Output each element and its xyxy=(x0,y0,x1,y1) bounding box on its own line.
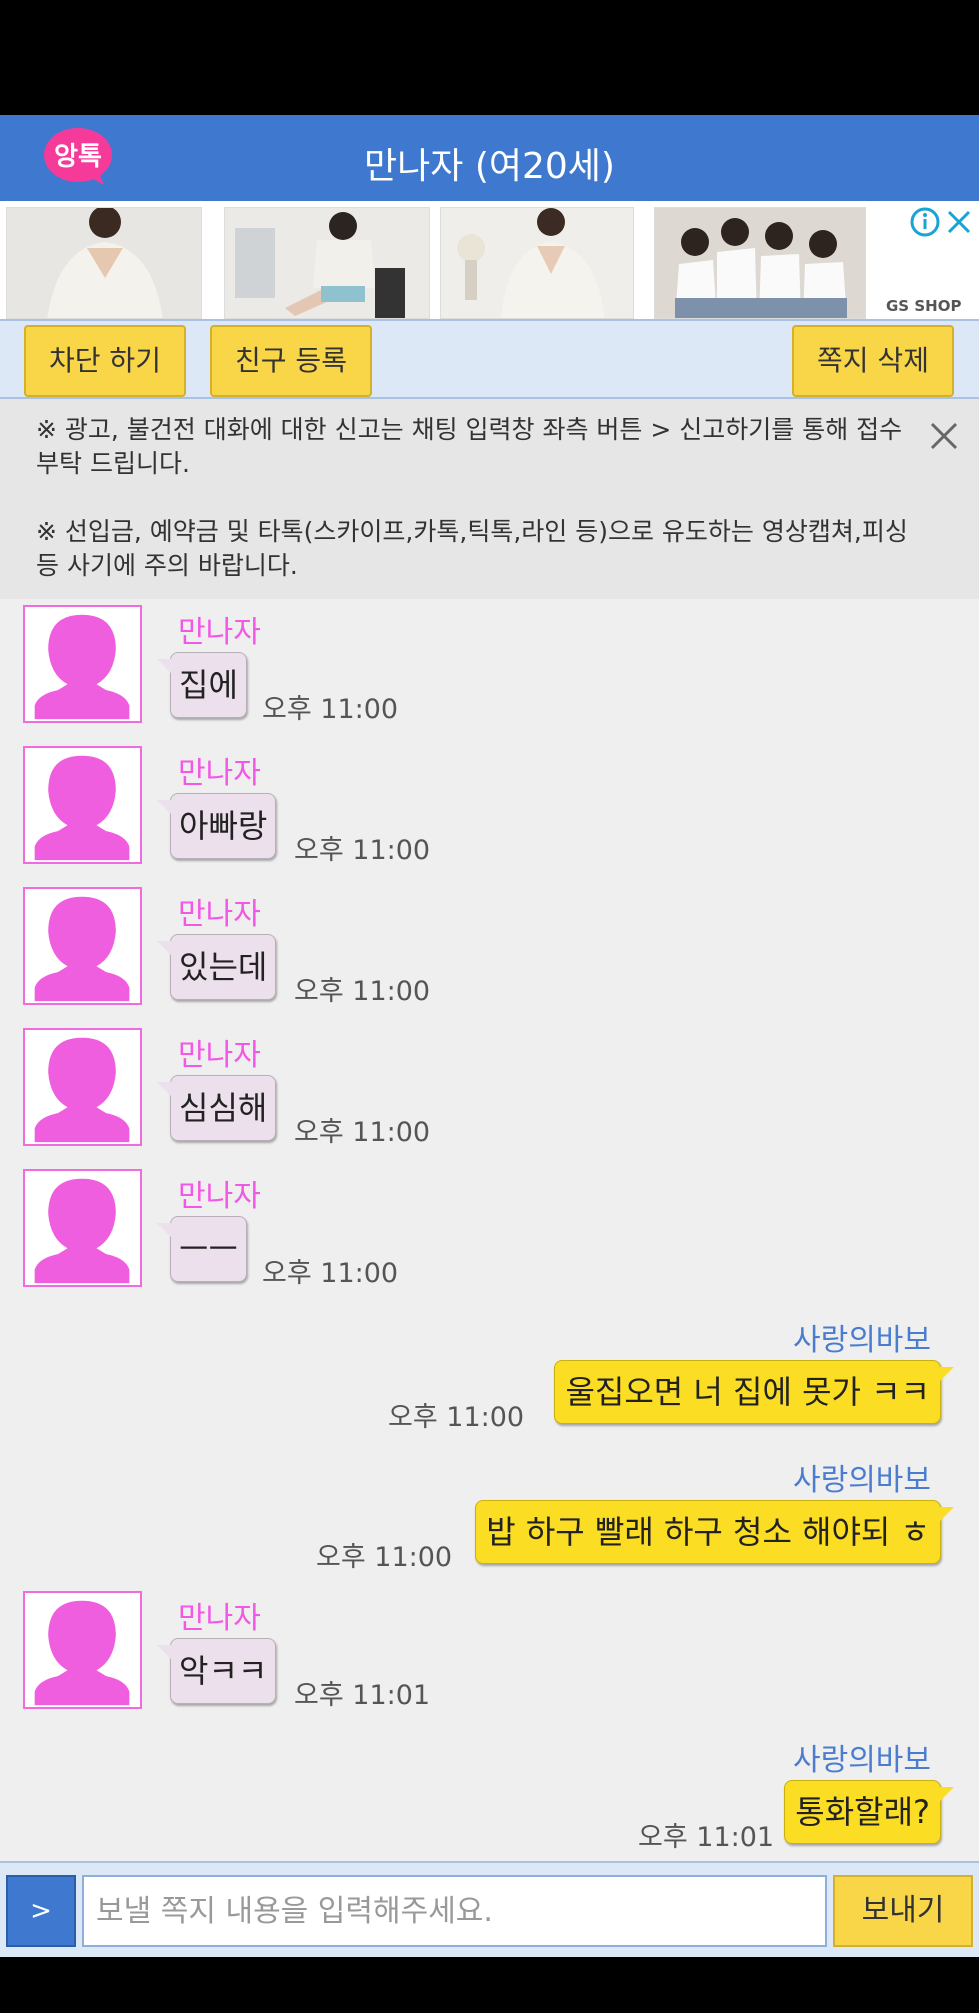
message-bubble[interactable]: 울집오면 너 집에 못가 ㅋㅋ xyxy=(554,1360,954,1424)
ad-product-image-3[interactable] xyxy=(440,207,634,319)
message-time: 오후 11:01 xyxy=(294,1680,431,1711)
message-incoming: 만나자 아빠랑 오후 11:00 xyxy=(0,740,979,870)
notice-close-icon[interactable] xyxy=(927,419,961,453)
report-menu-button[interactable]: > xyxy=(6,1875,76,1947)
avatar[interactable] xyxy=(23,1028,142,1146)
avatar[interactable] xyxy=(23,746,142,864)
notice-box: ※ 광고, 불건전 대화에 대한 신고는 채팅 입력창 좌측 버튼 > 신고하기… xyxy=(0,399,979,599)
message-time: 오후 11:00 xyxy=(294,1117,431,1148)
message-outgoing: 사랑의바보 울집오면 너 집에 못가 ㅋㅋ 오후 11:00 xyxy=(0,1315,979,1435)
message-time: 오후 11:00 xyxy=(388,1402,525,1433)
ad-close-icon[interactable] xyxy=(946,209,972,235)
page-title: 만나자 (여20세) xyxy=(364,146,615,187)
status-bar xyxy=(0,0,979,115)
composer: > 보내기 xyxy=(0,1861,979,1957)
sender-name: 사랑의바보 xyxy=(793,1323,931,1358)
avatar[interactable] xyxy=(23,1169,142,1287)
sender-name: 만나자 xyxy=(178,897,261,932)
message-outgoing: 사랑의바보 통화할래? 오후 11:01 xyxy=(0,1735,979,1855)
action-toolbar: 차단 하기 친구 등록 쪽지 삭제 xyxy=(0,319,979,399)
message-input[interactable] xyxy=(82,1875,827,1947)
message-time: 오후 11:00 xyxy=(294,976,431,1007)
message-incoming: 만나자 집에 오후 11:00 xyxy=(0,599,979,729)
notice-line-report: ※ 광고, 불건전 대화에 대한 신고는 채팅 입력창 좌측 버튼 > 신고하기… xyxy=(36,415,903,478)
message-bubble[interactable]: 있는데 xyxy=(156,934,277,1000)
ad-product-image-1[interactable] xyxy=(6,207,202,319)
info-icon[interactable] xyxy=(910,207,940,237)
ad-product-image-2[interactable] xyxy=(224,207,430,319)
message-bubble[interactable]: ㅡㅡ xyxy=(157,1216,247,1282)
chat-area[interactable]: 만나자 집에 오후 11:00 만나자 아빠랑 오후 11:00 만나자 있는데… xyxy=(0,599,979,1861)
message-time: 오후 11:01 xyxy=(638,1822,775,1853)
sender-name: 만나자 xyxy=(178,1038,261,1073)
message-outgoing: 사랑의바보 밥 하구 빨래 하구 청소 해야되 ㅎ 오후 11:00 xyxy=(0,1455,979,1575)
message-bubble[interactable]: 악ㅋㅋ xyxy=(156,1638,277,1704)
message-time: 오후 11:00 xyxy=(316,1542,453,1573)
delete-message-button[interactable]: 쪽지 삭제 xyxy=(792,325,954,397)
sender-name: 사랑의바보 xyxy=(793,1743,931,1778)
app-header: 앙톡 만나자 (여20세) xyxy=(0,115,979,201)
system-nav-bar xyxy=(0,1957,979,2013)
message-time: 오후 11:00 xyxy=(262,1258,399,1289)
send-button[interactable]: 보내기 xyxy=(833,1875,973,1947)
message-bubble[interactable]: 통화할래? xyxy=(784,1780,954,1844)
block-button[interactable]: 차단 하기 xyxy=(24,325,186,397)
avatar[interactable] xyxy=(23,887,142,1005)
avatar[interactable] xyxy=(23,605,142,723)
message-incoming: 만나자 ㅡㅡ 오후 11:00 xyxy=(0,1163,979,1293)
message-bubble[interactable]: 심심해 xyxy=(156,1075,277,1141)
ad-banner[interactable]: GS SHOP xyxy=(0,201,979,319)
sender-name: 사랑의바보 xyxy=(793,1463,931,1498)
avatar[interactable] xyxy=(23,1591,142,1709)
message-bubble[interactable]: 밥 하구 빨래 하구 청소 해야되 ㅎ xyxy=(475,1500,954,1564)
sender-name: 만나자 xyxy=(178,756,261,791)
message-incoming: 만나자 심심해 오후 11:00 xyxy=(0,1022,979,1152)
message-incoming: 만나자 있는데 오후 11:00 xyxy=(0,881,979,1011)
ad-product-image-4[interactable] xyxy=(654,207,866,319)
sender-name: 만나자 xyxy=(178,1179,261,1214)
add-friend-button[interactable]: 친구 등록 xyxy=(210,325,372,397)
sender-name: 만나자 xyxy=(178,1601,261,1636)
notice-line-fraud: ※ 선입금, 예약금 및 타톡(스카이프,카톡,틱톡,라인 등)으로 유도하는 … xyxy=(36,517,908,580)
sender-name: 만나자 xyxy=(178,615,261,650)
message-bubble[interactable]: 아빠랑 xyxy=(156,793,277,859)
message-time: 오후 11:00 xyxy=(262,694,399,725)
message-bubble[interactable]: 집에 xyxy=(157,652,247,718)
message-time: 오후 11:00 xyxy=(294,835,431,866)
message-incoming: 만나자 악ㅋㅋ 오후 11:01 xyxy=(0,1585,979,1715)
ad-brand: GS SHOP xyxy=(886,297,962,315)
